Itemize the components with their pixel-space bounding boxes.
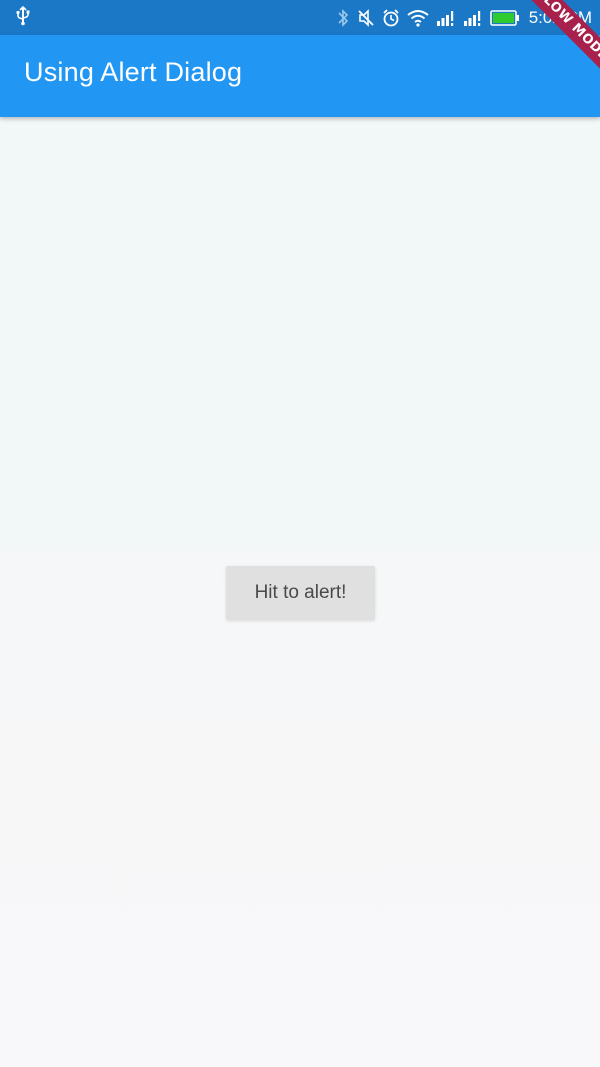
- signal-icon: [436, 10, 456, 26]
- battery-icon: [489, 9, 520, 26]
- status-left-icons: [14, 5, 32, 31]
- alarm-icon: [382, 8, 400, 28]
- usb-icon: [14, 5, 32, 31]
- signal-r-icon: [463, 10, 483, 26]
- hit-to-alert-button[interactable]: Hit to alert!: [226, 566, 375, 620]
- app-bar: Using Alert Dialog: [0, 35, 600, 117]
- mute-icon: [357, 8, 375, 28]
- status-bar: 5:02 PM: [0, 0, 600, 35]
- wifi-icon: [407, 9, 429, 27]
- app-title: Using Alert Dialog: [24, 57, 243, 87]
- bluetooth-icon: [336, 8, 350, 28]
